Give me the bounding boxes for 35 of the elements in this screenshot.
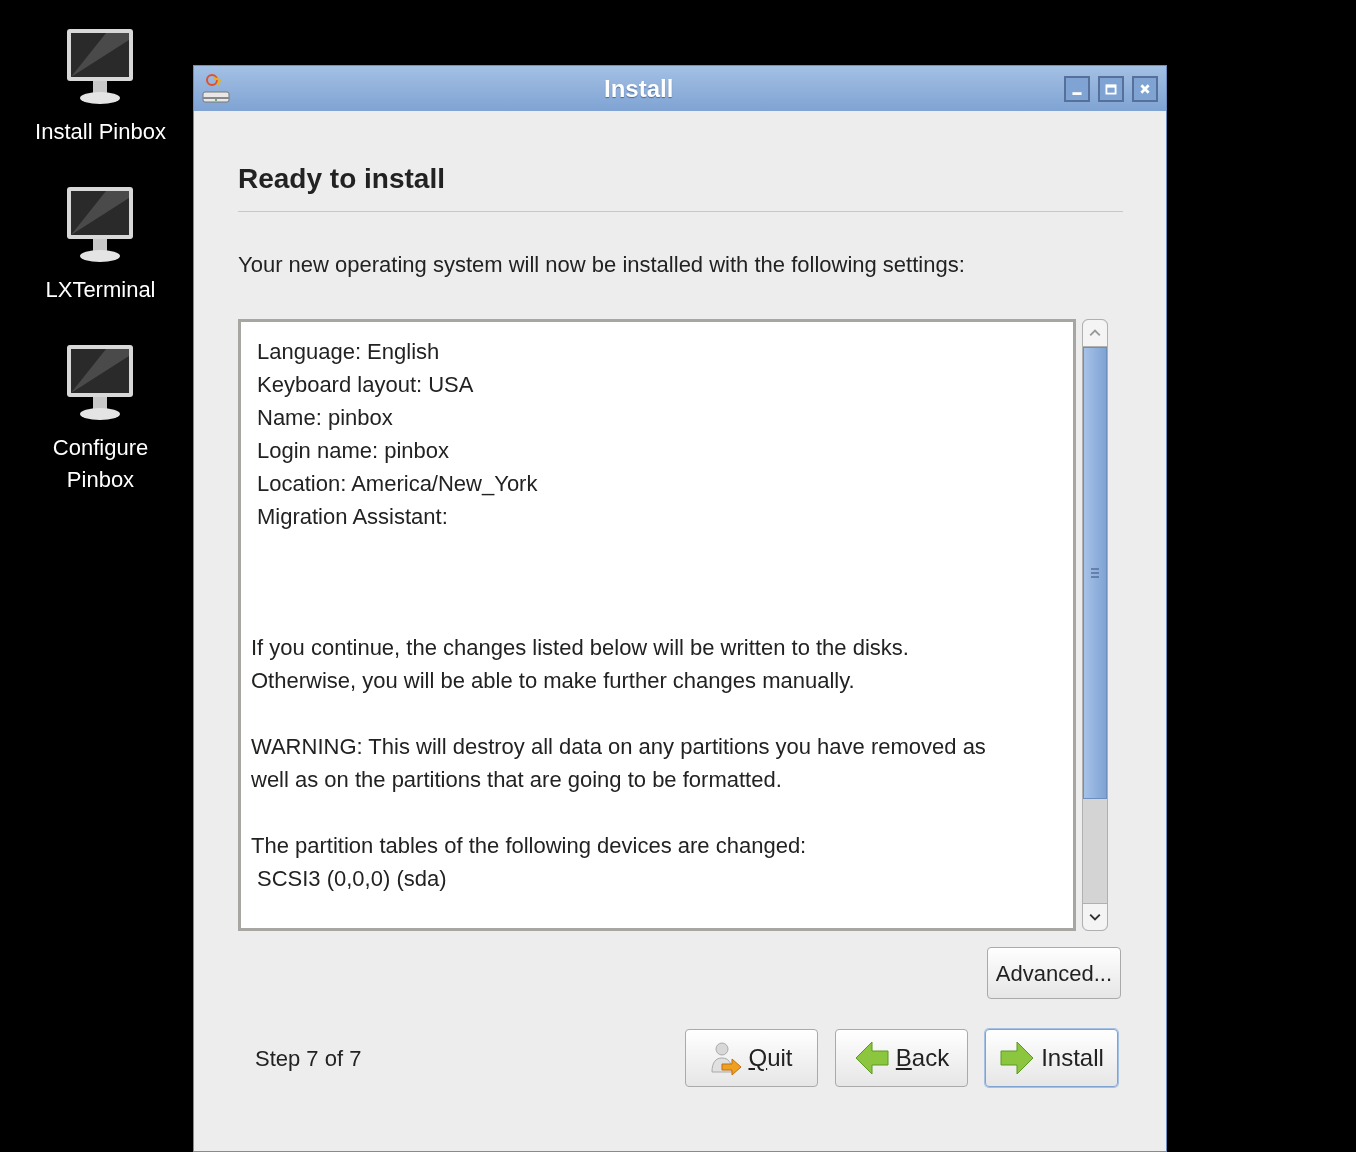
maximize-button[interactable] bbox=[1098, 75, 1124, 102]
monitor-icon bbox=[66, 344, 135, 422]
summary-line: Migration Assistant: bbox=[257, 503, 449, 531]
scrollbar[interactable] bbox=[1082, 319, 1108, 931]
install-button[interactable]: Install bbox=[985, 1029, 1118, 1087]
summary-line: Location: America/New_York bbox=[257, 470, 539, 498]
quit-button[interactable]: Quit bbox=[685, 1029, 818, 1087]
scroll-down-icon[interactable] bbox=[1083, 903, 1107, 930]
desktop-icon-label[interactable]: Install Pinbox bbox=[35, 116, 166, 148]
monitor-icon bbox=[66, 186, 135, 264]
desktop-icon-label[interactable]: Configure Pinbox bbox=[52, 432, 149, 496]
intro-text: Your new operating system will now be installed with the following settings: bbox=[238, 251, 966, 279]
summary-paragraph: The partition tables of the following devices are changed: bbox=[251, 832, 808, 860]
left-arrow-icon bbox=[853, 1040, 890, 1076]
summary-line: Name: pinbox bbox=[257, 404, 394, 432]
page-heading: Ready to install bbox=[238, 162, 446, 196]
summary-paragraph: If you continue, the changes listed below will be written to the disks. Otherwise, you will be able to make further changes manually. bbox=[251, 634, 910, 695]
monitor-icon bbox=[66, 28, 135, 106]
summary-line: Login name: pinbox bbox=[257, 437, 451, 465]
grip-icon bbox=[1090, 567, 1100, 579]
minimize-button[interactable] bbox=[1064, 75, 1090, 102]
summary-line: Keyboard layout: USA bbox=[257, 371, 475, 399]
scroll-up-icon[interactable] bbox=[1083, 320, 1107, 347]
step-indicator: Step 7 of 7 bbox=[254, 1044, 362, 1073]
person-exit-icon bbox=[710, 1040, 743, 1076]
scroll-thumb[interactable] bbox=[1083, 347, 1107, 799]
window-title: Install bbox=[604, 73, 674, 104]
back-button[interactable]: Back bbox=[835, 1029, 968, 1087]
right-arrow-icon bbox=[999, 1040, 1036, 1076]
summary-line: Language: English bbox=[257, 338, 441, 366]
summary-paragraph: WARNING: This will destroy all data on any partitions you have removed as well as on the partitions that are going to be formatted. bbox=[251, 733, 987, 794]
desktop-icon-label[interactable]: LXTerminal bbox=[45, 274, 156, 306]
advanced-button[interactable]: Advanced... bbox=[986, 947, 1121, 999]
summary-line: SCSI3 (0,0,0) (sda) bbox=[257, 865, 448, 893]
close-button[interactable] bbox=[1132, 75, 1158, 102]
